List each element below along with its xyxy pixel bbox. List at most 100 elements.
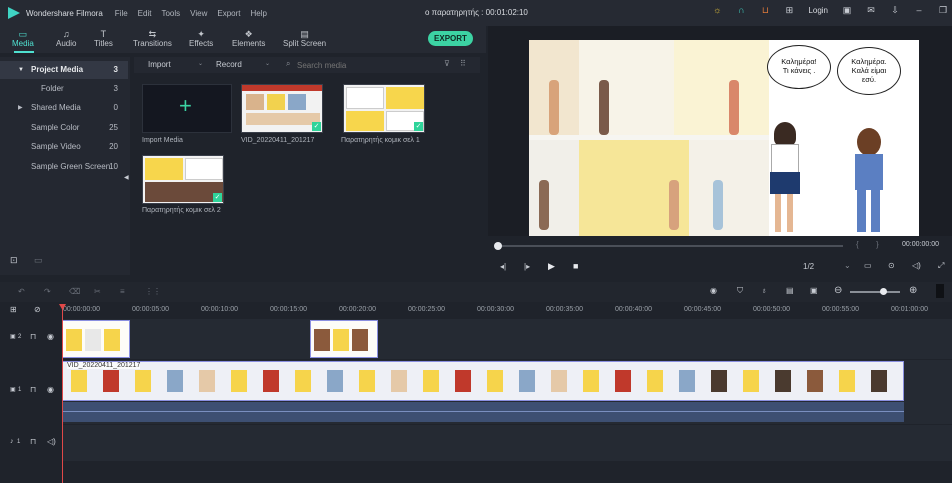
timeline-clip-comic-1[interactable] (62, 320, 130, 358)
zoom-in-icon[interactable]: ⊕ (909, 285, 917, 296)
gift-icon[interactable]: ⊞ (784, 5, 794, 15)
menu-help[interactable]: Help (250, 9, 266, 18)
download-icon[interactable]: ⇩ (890, 5, 900, 15)
menu-tools[interactable]: Tools (161, 9, 180, 18)
media-item-comic-page-1[interactable]: ✓ (343, 84, 425, 133)
tab-media-label: Media (12, 39, 34, 48)
import-media-tile[interactable]: + (142, 84, 232, 133)
shield-icon[interactable]: ⛉ (737, 286, 743, 296)
render-icon[interactable]: ◉ (710, 286, 717, 295)
tab-elements[interactable]: ❖ Elements (232, 29, 265, 48)
minimize-icon[interactable]: – (914, 5, 924, 15)
character-1-top (771, 144, 799, 174)
sidebar-item-shared-media[interactable]: ▶ Shared Media 0 (0, 99, 128, 117)
preview-window: Καλημέρα! Τι κάνεις . Καλημέρα. Καλά είμ… (488, 26, 952, 236)
collapse-arrow-icon[interactable]: ◀ (124, 174, 129, 181)
save-icon[interactable]: ▣ (842, 5, 852, 15)
fullscreen-icon[interactable]: ⤢ (938, 261, 944, 271)
voiceover-icon[interactable]: ▤ (786, 286, 794, 295)
ruler-tick: 00:00:05:00 (132, 306, 169, 313)
display-icon[interactable]: ▭ (864, 261, 872, 270)
timeline-clip-comic-2[interactable] (310, 320, 378, 358)
menu-edit[interactable]: Edit (138, 9, 152, 18)
import-dropdown[interactable]: Import (148, 60, 171, 69)
chevron-down-icon[interactable]: ⌄ (844, 261, 851, 270)
lock-icon[interactable]: ⊓ (30, 437, 36, 446)
tab-transitions-label: Transitions (133, 39, 172, 48)
restore-icon[interactable]: ❐ (938, 5, 948, 15)
filter-icon[interactable]: ⊽ (444, 59, 450, 68)
sidebar-item-sample-color[interactable]: Sample Color 25 (0, 119, 128, 137)
speech-bubble-2: Καλημέρα. Καλά είμαι εσύ. (837, 47, 901, 95)
audio-wave-icon[interactable]: ⋮⋮ (145, 287, 161, 296)
add-track-icon[interactable]: ⊞ (10, 305, 17, 314)
tab-split-screen[interactable]: ▤ Split Screen (283, 29, 326, 48)
chevron-down-icon: ⌄ (198, 61, 204, 67)
scrubber-handle[interactable] (494, 242, 502, 250)
menu-view[interactable]: View (190, 9, 207, 18)
mark-out-icon[interactable]: } (876, 240, 879, 249)
zoom-slider[interactable] (850, 291, 900, 293)
zoom-handle[interactable] (880, 288, 887, 295)
record-dropdown[interactable]: Record (216, 60, 242, 69)
sidebar-item-sample-green-screen[interactable]: Sample Green Screen 10 (0, 158, 128, 176)
audio-track-1: ♪ 1 ⊓ ◁) (0, 425, 952, 461)
split-screen-icon: ▤ (300, 29, 309, 39)
speaker-icon[interactable]: ◁) (47, 437, 56, 446)
playhead[interactable] (62, 304, 63, 483)
filmora-window: Wondershare Filmora File Edit Tools View… (0, 0, 952, 483)
media-toolbar: Import ⌄ Record ⌄ ⌕ ⊽ ⠿ (134, 57, 480, 73)
timeline-ruler[interactable]: ⊞ ⊘ 00:00:00:00 00:00:05:00 00:00:10:00 … (0, 302, 952, 318)
sidebar-item-folder[interactable]: Folder 3 (0, 80, 128, 98)
lightbulb-icon[interactable]: ☼ (712, 5, 722, 15)
login-link[interactable]: Login (808, 6, 828, 15)
cut-icon[interactable]: ✂ (94, 287, 101, 296)
quality-select[interactable]: 1/2 (803, 262, 814, 271)
lock-icon[interactable]: ⊓ (30, 385, 36, 394)
delete-icon[interactable]: ⌫ (69, 287, 80, 296)
audio-waveform-strip[interactable] (62, 402, 904, 422)
lock-icon[interactable]: ⊓ (30, 332, 36, 341)
link-icon[interactable]: ⊘ (34, 305, 41, 314)
cart-icon[interactable]: ⊔ (760, 5, 770, 15)
mark-in-icon[interactable]: { (856, 240, 859, 249)
menu-export[interactable]: Export (217, 9, 240, 18)
search-icon: ⌕ (286, 59, 291, 68)
folder-icon[interactable]: ▭ (34, 255, 43, 266)
step-back-icon[interactable]: ◂| (500, 262, 506, 271)
sidebar-item-sample-video[interactable]: Sample Video 20 (0, 138, 128, 156)
pause-bars-icon[interactable] (936, 284, 944, 298)
headset-icon[interactable]: ∩ (736, 5, 746, 15)
media-item-comic-page-2[interactable]: ✓ (142, 155, 224, 204)
mail-icon[interactable]: ✉ (866, 5, 876, 15)
subtitle-icon[interactable]: ▣ (810, 286, 818, 295)
search-input[interactable] (297, 59, 427, 71)
stop-icon[interactable]: ■ (573, 261, 578, 271)
eye-icon[interactable]: ◉ (47, 385, 54, 394)
eye-icon[interactable]: ◉ (47, 332, 54, 341)
volume-icon[interactable]: ◁) (912, 261, 921, 270)
menu-file[interactable]: File (115, 9, 128, 18)
tab-titles[interactable]: T Titles (94, 29, 113, 48)
play-icon[interactable]: ▶ (548, 261, 555, 272)
zoom-out-icon[interactable]: ⊖ (834, 285, 842, 296)
track-number: 1 (17, 439, 21, 445)
playback-scrubber[interactable] (498, 245, 843, 247)
new-folder-icon[interactable]: ⊡ (10, 255, 18, 266)
redo-icon[interactable]: ↷ (44, 287, 51, 296)
export-button[interactable]: EXPORT (428, 31, 473, 46)
media-item-vid[interactable]: ✓ (241, 84, 323, 133)
mic-icon[interactable]: ♁ (761, 286, 767, 295)
tab-effects[interactable]: ✦ Effects (189, 29, 213, 48)
play-pause-icon[interactable]: |▸ (524, 262, 530, 271)
tab-transitions[interactable]: ⇆ Transitions (133, 29, 172, 48)
grid-view-icon[interactable]: ⠿ (460, 59, 466, 68)
undo-icon[interactable]: ↶ (18, 287, 25, 296)
adjust-icon[interactable]: ≡ (120, 287, 125, 296)
snapshot-icon[interactable]: ⊙ (888, 261, 895, 270)
tab-media[interactable]: ▭ Media (12, 29, 34, 48)
tab-audio[interactable]: ♫ Audio (56, 29, 76, 48)
sidebar-item-project-media[interactable]: ▼ Project Media 3 (0, 61, 128, 79)
ruler-tick: 00:00:15:00 (270, 306, 307, 313)
timeline-clip-vid[interactable]: VID_20220411_201217 (62, 361, 904, 401)
